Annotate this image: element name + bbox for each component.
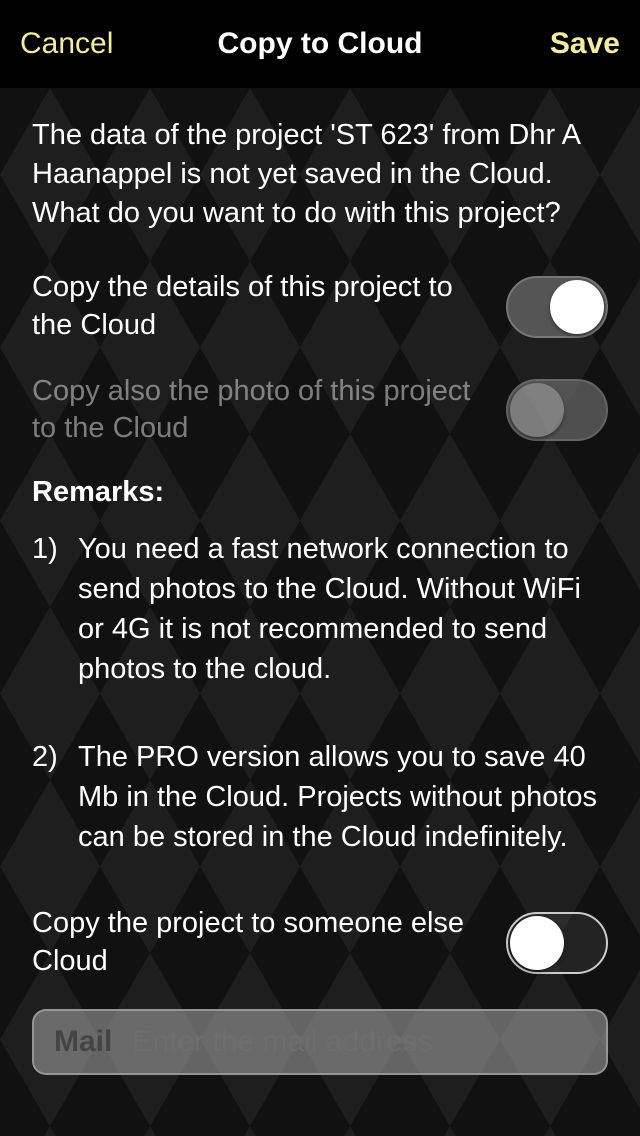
intro-text: The data of the project 'ST 623' from Dh… bbox=[32, 116, 608, 233]
remark-item: 2) The PRO version allows you to save 40… bbox=[32, 737, 608, 857]
toggle-switch-copy-someone-else[interactable] bbox=[506, 912, 608, 974]
toggle-knob bbox=[550, 280, 604, 334]
remark-text: The PRO version allows you to save 40 Mb… bbox=[78, 737, 608, 857]
toggle-switch-copy-details[interactable] bbox=[506, 276, 608, 338]
mail-field[interactable]: Mail bbox=[32, 1009, 608, 1075]
toggle-label-copy-photo: Copy also the photo of this project to t… bbox=[32, 373, 486, 448]
toggle-switch-copy-photo bbox=[506, 379, 608, 441]
mail-label: Mail bbox=[54, 1025, 112, 1059]
toggle-knob bbox=[510, 916, 564, 970]
cancel-button[interactable]: Cancel bbox=[20, 27, 113, 61]
page-title: Copy to Cloud bbox=[218, 27, 423, 61]
remark-item: 1) You need a fast network connection to… bbox=[32, 529, 608, 689]
toggle-label-copy-someone-else: Copy the project to someone else Cloud bbox=[32, 905, 486, 980]
toggle-row-copy-details: Copy the details of this project to the … bbox=[32, 269, 608, 344]
mail-input[interactable] bbox=[132, 1025, 586, 1059]
toggle-row-copy-someone-else: Copy the project to someone else Cloud bbox=[32, 905, 608, 980]
content-area: The data of the project 'ST 623' from Dh… bbox=[0, 88, 640, 1103]
toggle-row-copy-photo: Copy also the photo of this project to t… bbox=[32, 373, 608, 448]
header-bar: Cancel Copy to Cloud Save bbox=[0, 0, 640, 88]
remark-number: 2) bbox=[32, 737, 78, 857]
save-button[interactable]: Save bbox=[550, 27, 620, 61]
remark-number: 1) bbox=[32, 529, 78, 689]
toggle-label-copy-details: Copy the details of this project to the … bbox=[32, 269, 486, 344]
remark-text: You need a fast network connection to se… bbox=[78, 529, 608, 689]
toggle-knob bbox=[510, 383, 564, 437]
remarks-heading: Remarks: bbox=[32, 476, 608, 509]
